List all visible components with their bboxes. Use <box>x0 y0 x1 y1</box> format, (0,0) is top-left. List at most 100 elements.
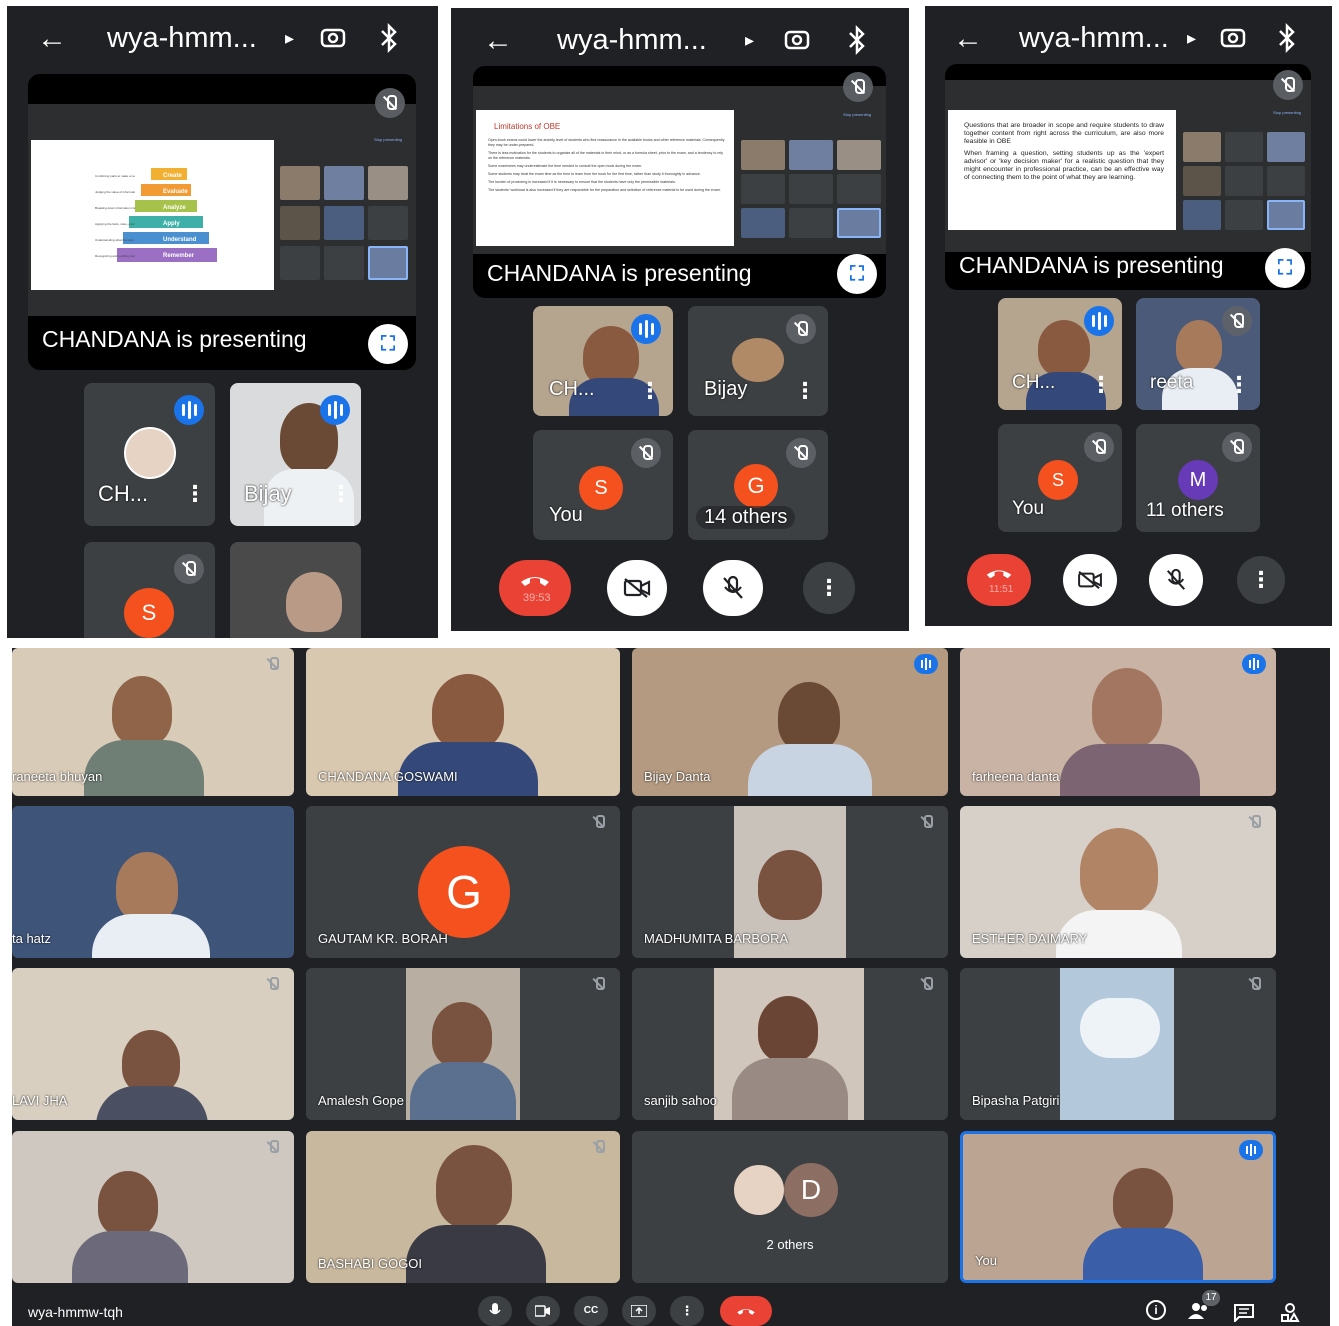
slide-bullet: When framing a question, setting student… <box>964 150 1164 181</box>
stop-presenting-link[interactable]: Stop presenting <box>1273 110 1301 115</box>
participant-tile[interactable]: Bijay ⋮ <box>230 383 361 526</box>
activities-icon[interactable] <box>1280 1303 1300 1323</box>
chat-icon[interactable] <box>1234 1304 1254 1322</box>
bluetooth-icon[interactable] <box>377 22 401 54</box>
speaking-indicator-icon <box>1239 1140 1263 1160</box>
thumbnail-grid <box>278 164 412 288</box>
switch-camera-icon[interactable] <box>319 24 347 52</box>
participant-name: MADHUMITA BARBORA <box>644 931 789 946</box>
participant-tile[interactable]: ESTHER DAIMARY <box>960 806 1276 958</box>
camera-button[interactable] <box>526 1296 560 1326</box>
captions-button[interactable]: CC <box>574 1296 608 1326</box>
stop-presenting-link[interactable]: Stop presenting <box>374 137 402 142</box>
participant-tile[interactable]: S <box>84 542 215 638</box>
mic-off-icon <box>375 88 405 118</box>
mic-button[interactable] <box>478 1296 512 1326</box>
people-count-badge: 17 <box>1202 1290 1220 1306</box>
mic-off-icon <box>786 314 816 344</box>
mic-off-icon <box>1222 432 1252 462</box>
more-options-icon[interactable]: ⋮ <box>184 481 206 507</box>
participant-tile[interactable]: farheena danta <box>960 648 1276 796</box>
stop-presenting-link[interactable]: Stop presenting <box>843 112 871 117</box>
more-options-icon[interactable]: ⋮ <box>1090 372 1112 398</box>
end-call-button[interactable]: 11:51 <box>967 554 1031 606</box>
camera-off-button[interactable] <box>607 560 667 616</box>
participant-video <box>286 572 342 632</box>
participant-tile[interactable] <box>12 1131 294 1283</box>
chevron-right-icon[interactable]: ▸ <box>1187 28 1196 49</box>
participant-tile[interactable] <box>230 542 361 638</box>
end-call-button[interactable]: 39:53 <box>499 560 571 616</box>
phone-hangup-icon <box>521 577 549 586</box>
mini-thumbnail <box>324 246 364 280</box>
participant-tile[interactable]: MADHUMITA BARBORA <box>632 806 948 958</box>
switch-camera-icon[interactable] <box>1219 24 1247 52</box>
camera-off-button[interactable] <box>1063 554 1117 606</box>
participant-tile[interactable]: M 11 others <box>1136 424 1260 532</box>
shared-screen: Create Evaluate Analyze Apply Understand… <box>28 104 416 316</box>
mic-off-button[interactable] <box>703 560 763 616</box>
camera-off-icon <box>1078 571 1102 589</box>
participant-tile[interactable]: Bijay ⋮ <box>688 306 828 416</box>
more-options-button[interactable]: ⋮ <box>670 1296 704 1326</box>
bloom-row: Judging the value of information or idea… <box>95 190 135 194</box>
more-options-button[interactable]: ⋮ <box>1237 556 1285 604</box>
participant-tile[interactable]: raneeta bhuyan <box>12 648 294 796</box>
participant-tile[interactable]: D 2 others <box>632 1131 948 1283</box>
participant-name: Bijay Danta <box>644 769 711 784</box>
slide-bullet: The burden of proctoring is increased if… <box>488 180 676 184</box>
bloom-level: Analyze <box>163 205 186 211</box>
participant-video-body <box>732 1058 848 1120</box>
more-options-icon[interactable]: ⋮ <box>1228 372 1250 398</box>
more-options-icon[interactable]: ⋮ <box>639 378 661 404</box>
participant-tile[interactable]: Bijay Danta <box>632 648 948 796</box>
back-arrow-icon[interactable]: ← <box>483 24 513 58</box>
participant-tile[interactable]: CH... ⋮ <box>84 383 215 526</box>
bluetooth-icon[interactable] <box>1275 22 1299 54</box>
more-options-icon[interactable]: ⋮ <box>330 481 352 507</box>
bluetooth-icon[interactable] <box>845 24 869 56</box>
back-arrow-icon[interactable]: ← <box>37 22 67 56</box>
chevron-right-icon[interactable]: ▸ <box>745 30 754 51</box>
phone-screen-1: ← wya-hmm... ▸ Create Evaluate Analyze A… <box>7 6 438 638</box>
mic-off-icon <box>631 438 661 468</box>
info-icon[interactable]: i <box>1146 1300 1166 1320</box>
mini-thumbnail <box>1183 200 1221 230</box>
call-timer: 39:53 <box>523 592 551 604</box>
participant-video <box>436 1145 512 1229</box>
participant-tile[interactable]: BASHABI GOGOI <box>306 1131 620 1283</box>
participant-tile[interactable]: G 14 others <box>688 430 828 540</box>
chevron-right-icon[interactable]: ▸ <box>285 28 294 49</box>
participant-name: You <box>1012 498 1045 519</box>
back-arrow-icon[interactable]: ← <box>953 22 983 56</box>
avatar <box>732 338 784 382</box>
switch-camera-icon[interactable] <box>783 26 811 54</box>
end-call-button[interactable] <box>720 1296 772 1326</box>
participant-tile[interactable]: sanjib sahoo <box>632 968 948 1120</box>
participant-tile[interactable]: reeta ⋮ <box>1136 298 1260 410</box>
participant-tile[interactable]: G GAUTAM KR. BORAH <box>306 806 620 958</box>
participant-tile[interactable]: CH... ⋮ <box>533 306 673 416</box>
present-button[interactable] <box>622 1296 656 1326</box>
fullscreen-button[interactable]: ⛶ <box>837 254 877 294</box>
mic-off-button[interactable] <box>1149 554 1203 606</box>
participant-name: CH... <box>1012 372 1056 393</box>
participant-tile[interactable]: S You <box>533 430 673 540</box>
slide-bullet: Questions that are broader in scope and … <box>964 122 1164 145</box>
participant-tile[interactable]: S You <box>998 424 1122 532</box>
more-options-button[interactable]: ⋮ <box>803 562 855 614</box>
participant-tile[interactable]: Bipasha Patgiri <box>960 968 1276 1120</box>
participant-tile[interactable]: Amalesh Gope <box>306 968 620 1120</box>
speaking-indicator-icon <box>174 395 204 425</box>
participant-tile[interactable]: LAVI JHA <box>12 968 294 1120</box>
participant-name: CH... <box>549 378 595 400</box>
participant-tile[interactable]: ta hatz <box>12 806 294 958</box>
participant-video <box>1080 828 1158 914</box>
participant-tile[interactable]: You <box>960 1131 1276 1283</box>
participant-tile[interactable]: CHANDANA GOSWAMI <box>306 648 620 796</box>
more-options-icon[interactable]: ⋮ <box>794 378 816 404</box>
participant-tile[interactable]: CH... ⋮ <box>998 298 1122 410</box>
fullscreen-button[interactable]: ⛶ <box>1265 248 1305 288</box>
fullscreen-button[interactable]: ⛶ <box>368 324 408 364</box>
people-button[interactable]: 17 <box>1188 1290 1220 1322</box>
